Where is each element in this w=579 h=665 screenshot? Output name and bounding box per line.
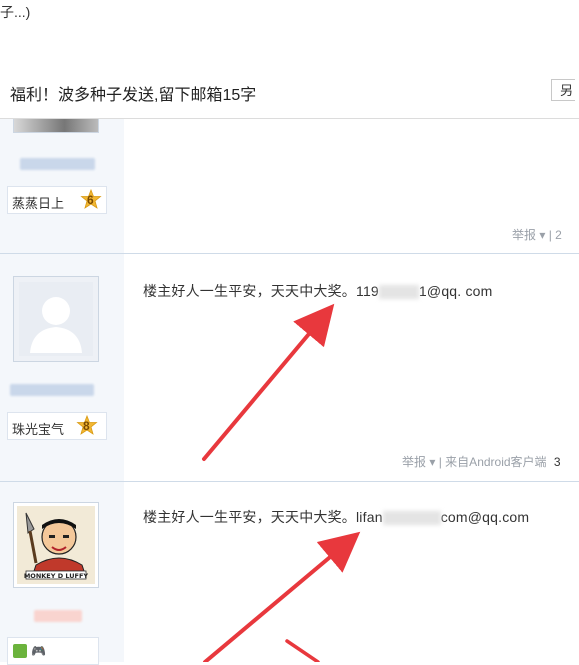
red-arrow-icon	[202, 303, 335, 461]
annotation-arrows	[202, 303, 361, 662]
red-arrow-partial-icon	[285, 639, 320, 662]
red-arrow-icon	[203, 531, 361, 662]
